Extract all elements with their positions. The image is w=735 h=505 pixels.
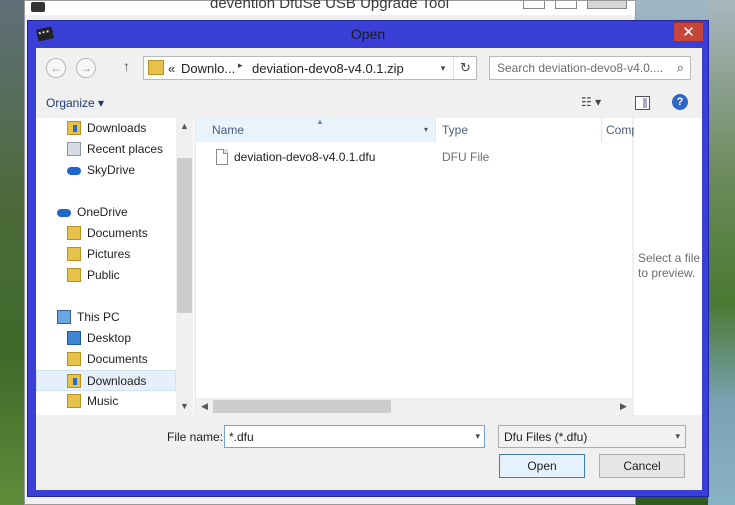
nav-item-onedrive-documents[interactable]: Documents (36, 223, 176, 244)
nav-item-pictures[interactable]: Pictures (36, 244, 176, 265)
open-dialog: Open ✕ ← → ↑ « Downlo... ▸ deviation-dev… (27, 20, 709, 497)
scroll-thumb[interactable] (177, 158, 192, 313)
open-button[interactable]: Open (499, 454, 585, 478)
search-icon[interactable]: ⌕ (677, 60, 684, 76)
nav-item-downloads-selected[interactable]: Downloads (36, 370, 176, 391)
close-button[interactable]: ✕ (673, 22, 704, 42)
maximize-button[interactable] (555, 1, 577, 9)
scroll-left-icon[interactable]: ◀ (196, 398, 213, 415)
nav-item-downloads[interactable]: Downloads (36, 118, 176, 139)
file-row[interactable]: deviation-devo8-v4.0.1.dfu DFU File (196, 146, 632, 168)
background-window-title: devention DfuSe USB Upgrade Tool (210, 0, 450, 12)
folder-icon (67, 226, 81, 240)
downloads-folder-icon (67, 121, 81, 135)
folder-icon (67, 247, 81, 261)
toolbar: Organize ▾ ☷ ▾ ? (36, 88, 702, 118)
nav-item-public[interactable]: Public (36, 265, 176, 286)
navigation-pane: Downloads Recent places SkyDrive OneDriv… (36, 118, 194, 415)
organize-button[interactable]: Organize ▾ (46, 96, 104, 110)
scroll-up-icon[interactable]: ▲ (176, 118, 193, 135)
search-input[interactable]: Search deviation-devo8-v4.0.... ⌕ (489, 56, 691, 80)
documents-icon (67, 352, 81, 366)
preview-message: Select a file to preview. (638, 251, 701, 280)
help-icon[interactable]: ? (672, 94, 688, 110)
cancel-button[interactable]: Cancel (599, 454, 685, 478)
address-overflow[interactable]: « (168, 61, 175, 76)
nav-item-recent-places[interactable]: Recent places (36, 139, 176, 160)
minimize-button[interactable] (523, 1, 545, 9)
nav-item-label: Pictures (87, 247, 131, 261)
column-header-name[interactable]: Name ▲ ▾ (196, 117, 436, 142)
chevron-right-icon[interactable]: ▸ (238, 60, 243, 71)
navigation-bar: ← → ↑ « Downlo... ▸ deviation-devo8-v4.0… (36, 48, 702, 88)
downloads-folder-icon (67, 374, 81, 388)
file-name: deviation-devo8-v4.0.1.dfu (234, 150, 376, 164)
file-icon (216, 149, 228, 165)
column-header-label: Name (212, 123, 245, 137)
preview-pane-icon[interactable] (635, 96, 650, 110)
cloud-icon (57, 205, 71, 219)
nav-item-label: Documents (87, 226, 148, 240)
search-placeholder: Search deviation-devo8-v4.0.... (497, 61, 664, 75)
cloud-icon (67, 163, 81, 177)
nav-pane-scrollbar[interactable]: ▲ ▼ (176, 118, 193, 415)
zip-folder-icon (148, 60, 164, 75)
nav-item-desktop[interactable]: Desktop (36, 328, 176, 349)
chevron-down-icon[interactable]: ▾ (475, 431, 480, 442)
file-type: DFU File (442, 150, 490, 164)
nav-item-label: SkyDrive (87, 163, 136, 177)
column-header-type[interactable]: Type (442, 118, 602, 142)
music-icon (67, 394, 81, 408)
file-name-input[interactable]: *.dfu ▾ (224, 425, 485, 448)
file-list-horizontal-scrollbar[interactable]: ◀ ▶ (196, 398, 632, 415)
nav-item-label: Documents (87, 352, 148, 366)
scroll-down-icon[interactable]: ▼ (176, 398, 193, 415)
scroll-right-icon[interactable]: ▶ (615, 398, 632, 415)
back-button[interactable]: ← (46, 58, 66, 78)
address-segment-zip[interactable]: deviation-devo8-v4.0.1.zip (252, 61, 404, 76)
up-button[interactable]: ↑ (123, 58, 130, 74)
computer-icon (57, 310, 71, 324)
nav-item-label: Downloads (87, 374, 147, 388)
desktop-icon (67, 331, 81, 345)
nav-item-music[interactable]: Music (36, 391, 176, 412)
background-close-button[interactable] (587, 1, 627, 9)
nav-item-label: Public (87, 268, 120, 282)
nav-item-label: Downloads (87, 121, 147, 135)
nav-item-documents[interactable]: Documents (36, 349, 176, 370)
preview-pane: Select a file to preview. (634, 118, 702, 415)
dialog-client-area: ← → ↑ « Downlo... ▸ deviation-devo8-v4.0… (36, 48, 702, 490)
nav-item-onedrive[interactable]: OneDrive (36, 202, 176, 223)
nav-item-this-pc[interactable]: This PC (36, 307, 176, 328)
refresh-icon[interactable]: ↻ (453, 57, 477, 79)
file-type-select[interactable]: Dfu Files (*.dfu) ▾ (498, 425, 686, 448)
forward-button[interactable]: → (76, 58, 96, 78)
dialog-titlebar: Open ✕ (28, 21, 708, 47)
view-options-icon[interactable]: ☷ ▾ (581, 95, 601, 109)
address-bar[interactable]: « Downlo... ▸ deviation-devo8-v4.0.1.zip… (143, 56, 477, 80)
nav-item-label: OneDrive (77, 205, 128, 219)
file-name-label: File name: (167, 430, 224, 444)
file-name-value: *.dfu (229, 430, 254, 444)
chevron-down-icon[interactable]: ▾ (675, 431, 680, 442)
sort-ascending-icon: ▲ (316, 117, 324, 126)
dialog-title: Open (350, 26, 386, 42)
recent-places-icon (67, 142, 81, 156)
desktop-background-right (708, 0, 735, 505)
address-segment-downloads[interactable]: Downlo... (181, 61, 235, 76)
column-dropdown-icon[interactable]: ▾ (424, 118, 428, 142)
nav-item-label: Recent places (87, 142, 164, 156)
horizontal-scroll-thumb[interactable] (213, 400, 391, 413)
folder-icon (67, 268, 81, 282)
nav-item-label: Desktop (87, 331, 132, 345)
nav-item-skydrive[interactable]: SkyDrive (36, 160, 176, 181)
address-dropdown-icon[interactable]: ▾ (434, 57, 452, 79)
nav-item-label: This PC (77, 310, 120, 324)
file-type-value: Dfu Files (*.dfu) (504, 430, 588, 444)
chip-icon (31, 2, 45, 12)
background-window-titlebar: devention DfuSe USB Upgrade Tool (25, 0, 635, 15)
file-list: Name ▲ ▾ Type Comp deviation-devo8-v4.0.… (196, 117, 638, 415)
nav-item-label: Music (87, 394, 119, 408)
